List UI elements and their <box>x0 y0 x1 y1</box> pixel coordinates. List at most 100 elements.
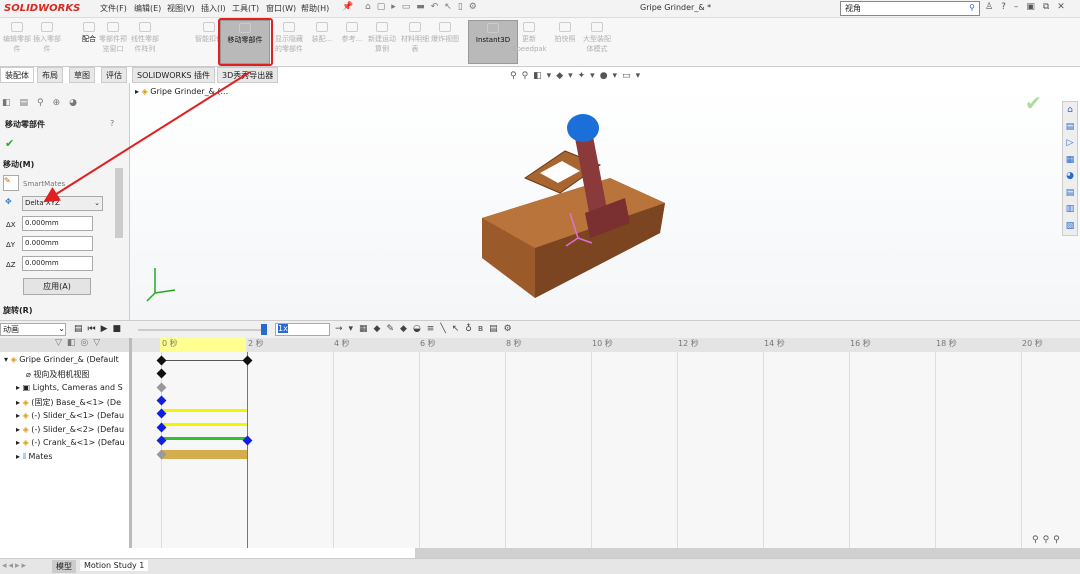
ribbon-icon <box>376 22 388 32</box>
ribbon-icon <box>139 22 151 32</box>
heads-up-view-toolbar[interactable]: ⚲⚲◧▾◆▾✦▾●▾▭▾ <box>510 71 645 81</box>
ribbon-icon <box>83 22 95 32</box>
ribbon-label: 新建运动算例 <box>368 35 396 53</box>
zoom-controls[interactable]: ⚲⚲⚲ <box>1032 535 1064 545</box>
horizontal-scrollbar[interactable] <box>415 548 1080 558</box>
slider-2-timebar[interactable] <box>161 423 247 426</box>
timeline-gridline <box>1021 352 1022 548</box>
tree-item-crank[interactable]: ▸ ◈ (-) Crank_&<1> (Defau <box>4 438 130 447</box>
ribbon-label: 更新Speedpak <box>512 35 547 53</box>
menu-view[interactable]: 视图(V) <box>167 3 195 14</box>
ribbon-button[interactable]: 线性零部件阵列 <box>128 20 162 64</box>
ribbon-button[interactable]: 插入零部件 <box>30 20 64 64</box>
timeline-gridline <box>849 352 850 548</box>
timeline[interactable] <box>132 338 1080 548</box>
ribbon-button[interactable]: 爆炸视图 <box>428 20 462 64</box>
tree-item-slider-1[interactable]: ▸ ◈ (-) Slider_&<1> (Defau <box>4 411 130 420</box>
search-input[interactable]: 视角 ⚲ <box>840 1 980 16</box>
tab-evaluate[interactable]: 评估 <box>101 67 127 83</box>
tab-assembly[interactable]: 装配体 <box>0 67 34 83</box>
timeline-gridline <box>333 352 334 548</box>
ribbon-button[interactable]: 显示隐藏的零部件 <box>272 20 306 64</box>
rotate-section-label[interactable]: 旋转(R) <box>3 305 32 316</box>
playback-slider-thumb[interactable] <box>261 324 267 335</box>
timeline-gridline <box>419 352 420 548</box>
search-placeholder: 视角 <box>845 4 861 13</box>
ribbon-button[interactable]: Instant3D <box>468 20 518 64</box>
menu-window[interactable]: 窗口(W) <box>266 3 296 14</box>
apply-button[interactable]: 应用(A) <box>23 278 91 295</box>
menu-help[interactable]: 帮助(H) <box>301 3 329 14</box>
playback-slider[interactable] <box>138 329 266 331</box>
ribbon-button[interactable]: 装配... <box>305 20 339 64</box>
dx-field[interactable]: 0.000mm <box>22 216 93 231</box>
timeline-tick-label: 2 秒 <box>248 339 264 348</box>
tab-addins[interactable]: SOLIDWORKS 插件 <box>132 67 215 83</box>
ribbon-button[interactable]: 零部件预览窗口 <box>96 20 130 64</box>
crank-timebar[interactable] <box>161 437 247 440</box>
tab-motion-study-1[interactable]: Motion Study 1 <box>80 560 149 571</box>
playback-controls[interactable]: ▤⏮▶■ <box>74 324 126 334</box>
playback-speed-select[interactable]: 1x <box>275 323 330 336</box>
solidworks-logo: SOLIDWORKS <box>4 3 81 14</box>
move-mode-select[interactable]: Delta XYZ ⌄ <box>22 196 103 211</box>
tab-model[interactable]: 模型 <box>52 560 76 573</box>
assembly-timebar[interactable] <box>161 360 247 361</box>
tree-item-lights[interactable]: ▸ ▣ Lights, Cameras and S <box>4 383 130 392</box>
help-icon[interactable]: ? <box>110 119 114 128</box>
tree-filter-toolbar[interactable]: ▽◧◎▽ <box>0 338 129 352</box>
dz-field[interactable]: 0.000mm <box>22 256 93 271</box>
ribbon-button[interactable]: 拍快照 <box>548 20 582 64</box>
move-section-label[interactable]: 移动(M) <box>3 159 34 170</box>
motion-study-tools[interactable]: →▾▦◆✎◆◒≡╲↖♁ʙ▤⚙ <box>335 324 518 334</box>
ribbon-icon <box>559 22 571 32</box>
ribbon-button[interactable]: 参考... <box>335 20 369 64</box>
ribbon-label: Instant3D <box>475 36 511 44</box>
tree-item-base[interactable]: ▸ ◈ (固定) Base_&<1> (De <box>4 397 130 408</box>
quick-access-toolbar[interactable]: ⌂▢▸▭▬↶↖▯⚙ <box>365 2 483 12</box>
tree-item-assembly[interactable]: ▾ ◈ Gripe Grinder_& (Default <box>4 355 130 364</box>
window-controls[interactable]: ♙?–▣⧉✕ <box>985 2 1073 12</box>
tree-item-slider-2[interactable]: ▸ ◈ (-) Slider_&<2> (Defau <box>4 425 130 434</box>
ribbon-icon <box>523 22 535 32</box>
command-tabs: 装配体 布局 草图 评估 SOLIDWORKS 插件 3D秀秀导出器 <box>0 67 285 83</box>
tree-item-view-orientation[interactable]: ⌀ 视向及相机视图 <box>4 369 130 380</box>
smartmates-icon[interactable]: ✎ <box>3 175 19 191</box>
ribbon-button[interactable]: 材料明细表 <box>398 20 432 64</box>
ribbon-icon <box>409 22 421 32</box>
ribbon-label: 装配... <box>311 35 333 43</box>
search-icon[interactable]: ⚲ <box>969 3 975 12</box>
timeline-tick-label: 10 秒 <box>592 339 613 348</box>
ok-checkmark-icon[interactable]: ✔ <box>5 137 14 150</box>
tab-layout[interactable]: 布局 <box>37 67 63 83</box>
pin-icon[interactable]: 📌 <box>342 2 353 12</box>
menu-tools[interactable]: 工具(T) <box>232 3 259 14</box>
tree-item-mates[interactable]: ▸ ⫴ Mates <box>4 452 130 462</box>
ribbon-button[interactable]: 新建运动算例 <box>365 20 399 64</box>
slider-1-timebar[interactable] <box>161 409 247 412</box>
motion-toolbar: 动画 ⌄ ▤⏮▶■ 1x →▾▦◆✎◆◒≡╲↖♁ʙ▤⚙ <box>0 320 1080 338</box>
graphics-area[interactable]: ▸ ◈ Gripe Grinder_& (... ⚲⚲◧▾◆▾✦▾●▾▭▾ ✔ … <box>130 71 1080 320</box>
manager-tabs[interactable]: ◧▤⚲⊕◕ <box>2 98 112 113</box>
highlight-box <box>218 18 273 66</box>
study-type-select[interactable]: 动画 ⌄ <box>0 323 66 336</box>
ribbon-button[interactable]: 编辑零部件 <box>0 20 34 64</box>
menu-insert[interactable]: 插入(I) <box>201 3 226 14</box>
menu-file[interactable]: 文件(F) <box>100 3 127 14</box>
ribbon-button[interactable]: 更新Speedpak <box>512 20 547 64</box>
tab-exporter[interactable]: 3D秀秀导出器 <box>217 67 279 83</box>
scrollbar[interactable] <box>115 168 123 238</box>
ribbon-label: 配合 <box>82 35 96 43</box>
tab-nav-arrows[interactable]: ◂◂▸▸ <box>2 561 28 571</box>
timeline-gridline <box>763 352 764 548</box>
ribbon-icon <box>11 22 23 32</box>
ribbon-label: 材料明细表 <box>401 35 429 53</box>
tab-sketch[interactable]: 草图 <box>69 67 95 83</box>
ribbon-icon <box>591 22 603 32</box>
menu-edit[interactable]: 编辑(E) <box>134 3 161 14</box>
mates-timebar[interactable] <box>161 450 247 459</box>
dy-label: ΔY <box>6 241 16 249</box>
ribbon-label: 插入零部件 <box>33 35 61 53</box>
dy-field[interactable]: 0.000mm <box>22 236 93 251</box>
ribbon-button[interactable]: 大型装配体模式 <box>580 20 614 64</box>
